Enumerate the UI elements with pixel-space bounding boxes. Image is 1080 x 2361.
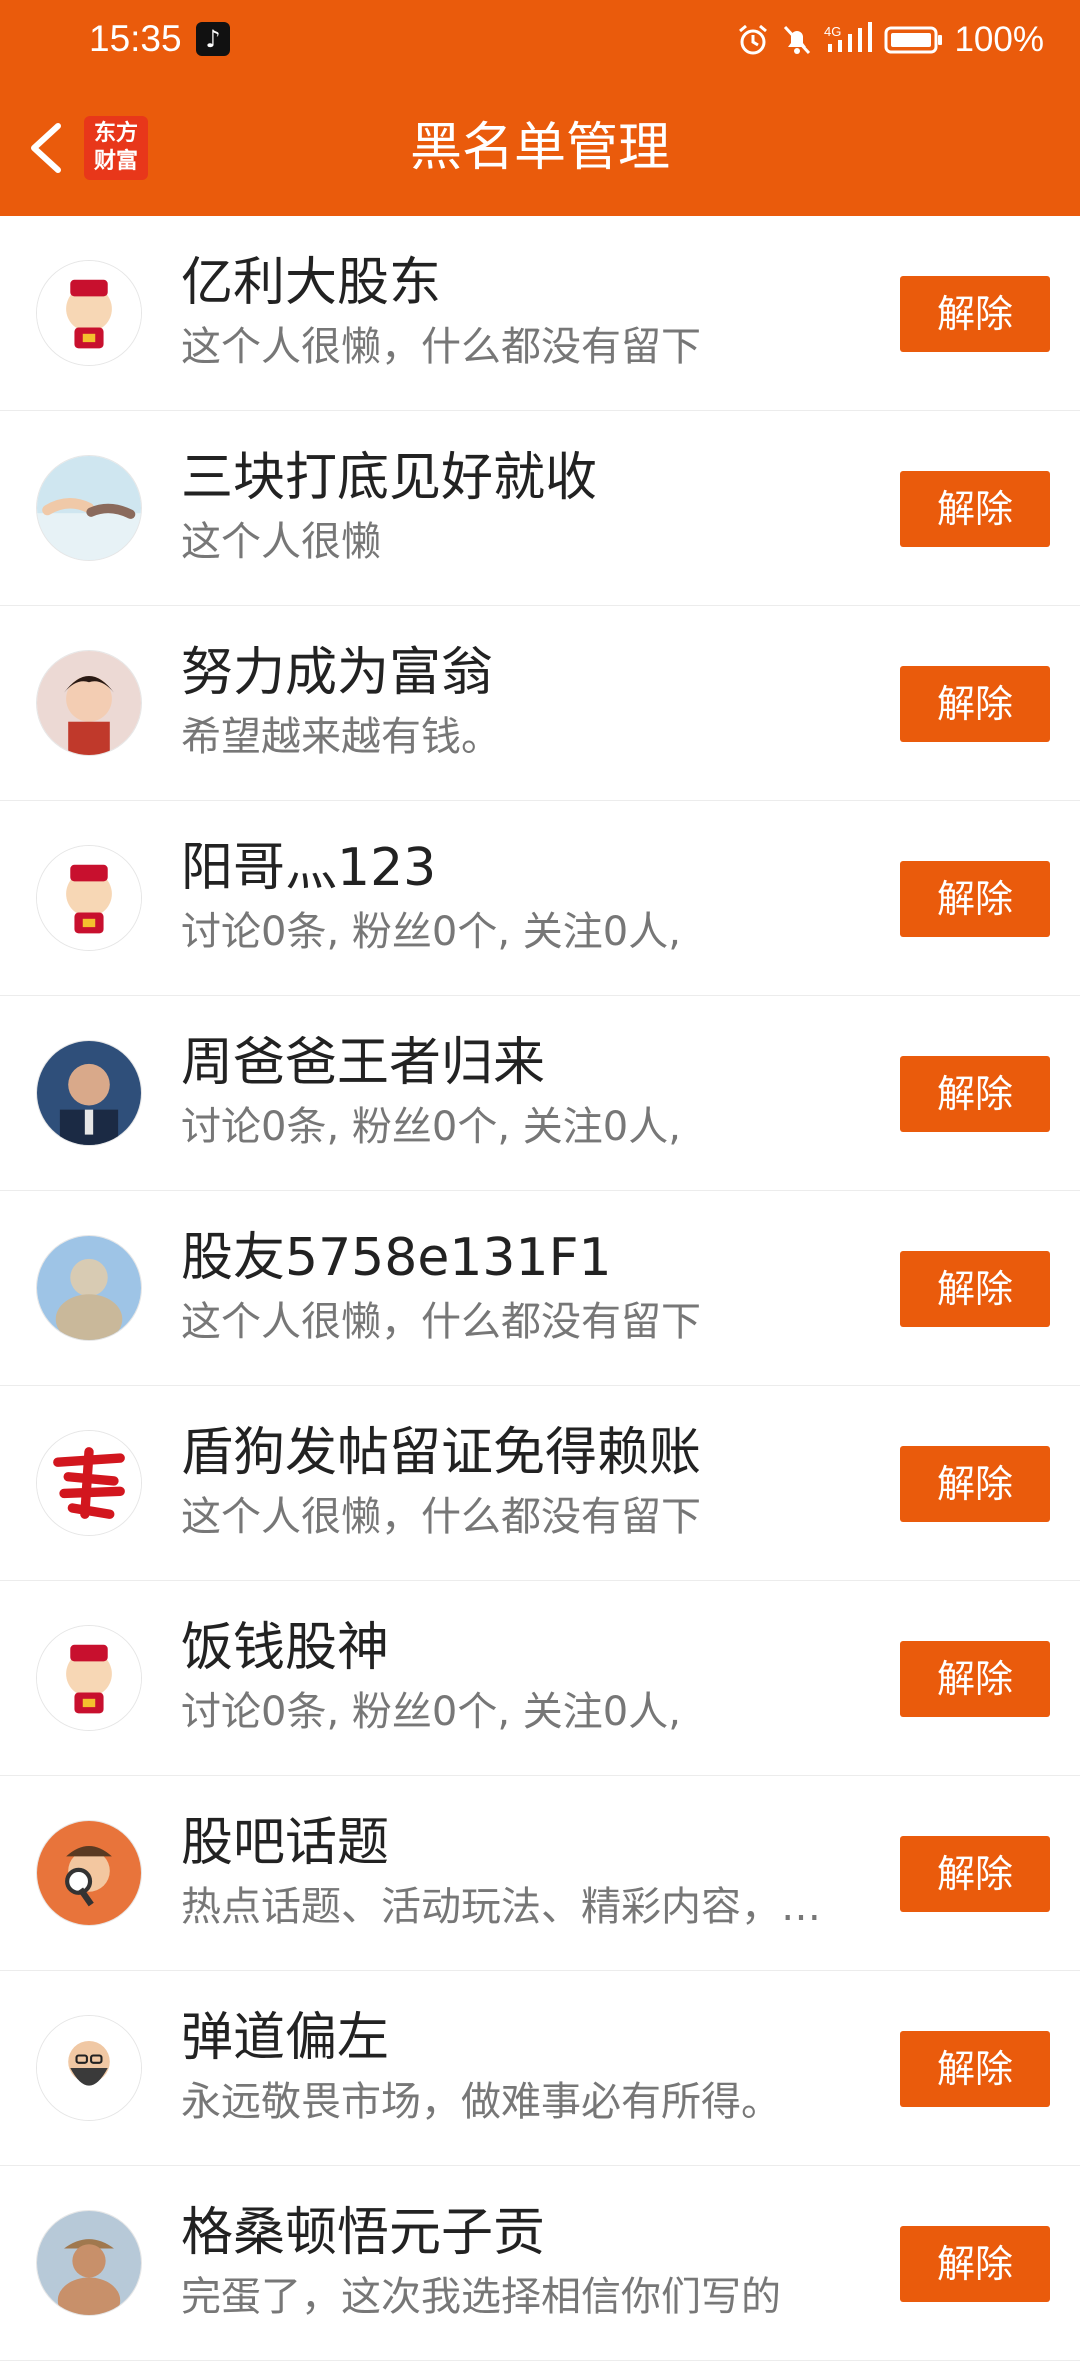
list-item: 股友5758e131F1 这个人很懒，什么都没有留下 解除 <box>0 1191 1080 1386</box>
caishen-avatar[interactable] <box>36 1625 142 1731</box>
list-item: 周爸爸王者归来 讨论0条, 粉丝0个, 关注0人, 解除 <box>0 996 1080 1191</box>
user-name: 阳哥灬123 <box>181 838 437 898</box>
user-description: 这个人很懒 <box>181 519 381 565</box>
list-item: 阳哥灬123 讨论0条, 粉丝0个, 关注0人, 解除 <box>0 801 1080 996</box>
caishen-avatar[interactable] <box>36 845 142 951</box>
list-item: 弹道偏左 永远敬畏市场，做难事必有所得。 解除 <box>0 1971 1080 2166</box>
user-name: 格桑顿悟元子贡 <box>181 2203 546 2263</box>
bearded-man-avatar[interactable] <box>36 2015 142 2121</box>
remove-button[interactable]: 解除 <box>900 471 1050 547</box>
user-description: 完蛋了，这次我选择相信你们写的 <box>181 2274 781 2320</box>
svg-text:4G: 4G <box>824 24 841 39</box>
list-item: 盾狗发帖留证免得赖账 这个人很懒，什么都没有留下 解除 <box>0 1386 1080 1581</box>
remove-button[interactable]: 解除 <box>900 1836 1050 1912</box>
user-description: 讨论0条, 粉丝0个, 关注0人, <box>181 1689 681 1735</box>
user-description: 热点话题、活动玩法、精彩内容，… <box>181 1884 821 1930</box>
alarm-icon <box>739 24 768 55</box>
man-avatar[interactable] <box>36 1040 142 1146</box>
user-description: 永远敬畏市场，做难事必有所得。 <box>181 2079 781 2125</box>
remove-button[interactable]: 解除 <box>900 1056 1050 1132</box>
user-description: 这个人很懒，什么都没有留下 <box>181 1299 701 1345</box>
remove-button[interactable]: 解除 <box>900 666 1050 742</box>
user-description: 讨论0条, 粉丝0个, 关注0人, <box>181 1104 681 1150</box>
mute-bell-icon <box>784 25 811 55</box>
statue-avatar[interactable] <box>36 2210 142 2316</box>
remove-button[interactable]: 解除 <box>900 1446 1050 1522</box>
hands-avatar[interactable] <box>36 455 142 561</box>
remove-button[interactable]: 解除 <box>900 276 1050 352</box>
app-header: 15:35 ♪ 4G 100% 东方 财富 黑名单管理 <box>0 0 1080 216</box>
user-description: 这个人很懒，什么都没有留下 <box>181 324 701 370</box>
user-name: 盾狗发帖留证免得赖账 <box>181 1423 702 1483</box>
user-name: 股友5758e131F1 <box>181 1228 612 1288</box>
status-time: 15:35 <box>89 18 182 59</box>
status-icons: 4G 100% <box>736 18 1044 62</box>
user-description: 这个人很懒，什么都没有留下 <box>181 1494 701 1540</box>
remove-button[interactable]: 解除 <box>900 861 1050 937</box>
list-item: 饭钱股神 讨论0条, 粉丝0个, 关注0人, 解除 <box>0 1581 1080 1776</box>
user-name: 股吧话题 <box>181 1813 390 1873</box>
buddha-avatar[interactable] <box>36 1235 142 1341</box>
user-name: 弹道偏左 <box>181 2008 390 2068</box>
battery-percentage: 100% <box>954 20 1044 59</box>
detective-avatar[interactable] <box>36 1820 142 1926</box>
user-description: 希望越来越有钱。 <box>181 714 501 760</box>
user-name: 三块打底见好就收 <box>181 448 598 508</box>
signal-4g-icon: 4G <box>824 22 873 52</box>
user-name: 饭钱股神 <box>181 1618 390 1678</box>
remove-button[interactable]: 解除 <box>900 1641 1050 1717</box>
remove-button[interactable]: 解除 <box>900 2226 1050 2302</box>
user-name: 周爸爸王者归来 <box>181 1033 546 1093</box>
list-item: 格桑顿悟元子贡 完蛋了，这次我选择相信你们写的 解除 <box>0 2166 1080 2361</box>
list-item: 三块打底见好就收 这个人很懒 解除 <box>0 411 1080 606</box>
tiktok-notification-icon: ♪ <box>196 22 230 56</box>
user-description: 讨论0条, 粉丝0个, 关注0人, <box>181 909 681 955</box>
remove-button[interactable]: 解除 <box>900 2031 1050 2107</box>
user-name: 努力成为富翁 <box>181 643 494 703</box>
user-name: 亿利大股东 <box>181 253 442 313</box>
page-title: 黑名单管理 <box>409 118 670 178</box>
boy-avatar[interactable] <box>36 650 142 756</box>
battery-icon <box>884 26 943 54</box>
fa-character-avatar[interactable] <box>36 1430 142 1536</box>
list-item: 努力成为富翁 希望越来越有钱。 解除 <box>0 606 1080 801</box>
caishen-avatar[interactable] <box>36 260 142 366</box>
list-item: 亿利大股东 这个人很懒，什么都没有留下 解除 <box>0 216 1080 411</box>
list-item: 股吧话题 热点话题、活动玩法、精彩内容，… 解除 <box>0 1776 1080 1971</box>
blacklist: 亿利大股东 这个人很懒，什么都没有留下 解除 三块打底见好就收 这个人很懒 解除 <box>0 216 1080 2361</box>
remove-button[interactable]: 解除 <box>900 1251 1050 1327</box>
